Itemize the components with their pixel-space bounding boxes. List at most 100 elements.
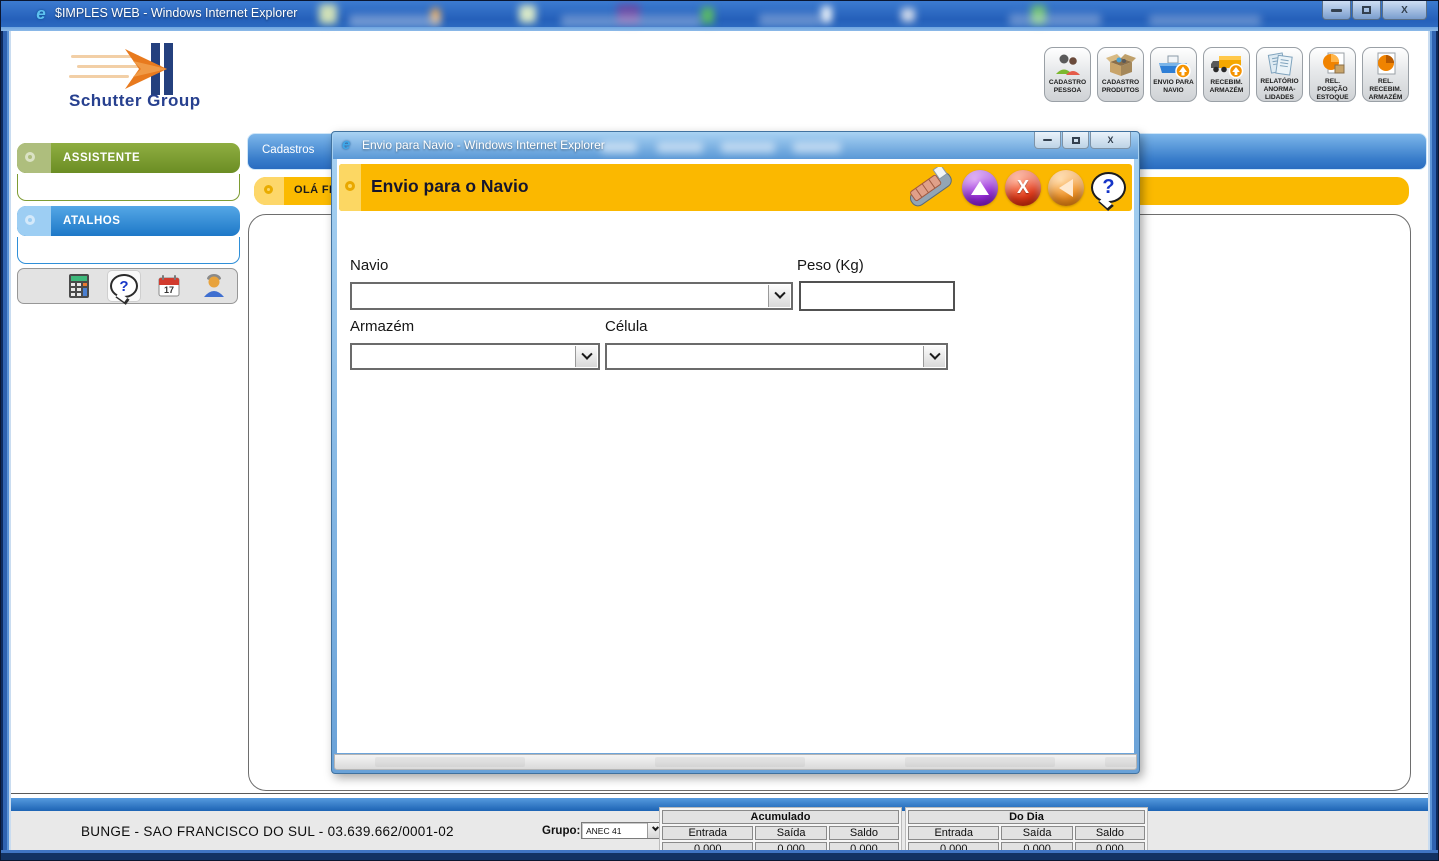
peso-label: Peso (Kg) (797, 257, 864, 274)
redacted-blob (319, 4, 337, 24)
up-arrow-icon (971, 181, 989, 195)
atalhos-label: ATALHOS (63, 215, 120, 227)
redacted-menu-item (601, 142, 637, 153)
table-title: Do Dia (908, 810, 1145, 824)
window-title: $IMPLES WEB - Windows Internet Explorer (55, 6, 297, 20)
grupo-label: Grupo: (542, 825, 580, 837)
maximize-button[interactable] (1352, 1, 1381, 20)
svg-text:17: 17 (164, 285, 174, 295)
sidebar-icon-tray: ? 17 (17, 268, 238, 304)
grupo-select[interactable]: ANEC 41 (581, 822, 664, 839)
people-icon (1053, 51, 1083, 79)
user-button[interactable] (198, 271, 230, 301)
internet-explorer-icon: e (342, 136, 359, 153)
dialog-header-title: Envio para o Navio (371, 176, 529, 197)
titlebar-lower-band (1, 27, 1438, 31)
dialog-body: Envio para o Navio X (337, 159, 1134, 753)
products-box-icon (1106, 51, 1136, 79)
assistente-header[interactable]: ASSISTENTE (17, 143, 240, 173)
armazem-label: Armazém (350, 318, 414, 335)
redacted-blob (561, 15, 701, 27)
dialog-window-controls: X (1033, 132, 1131, 149)
dropdown-arrow-icon[interactable] (923, 346, 945, 367)
toolbar-button-cadastro-produtos[interactable]: CADASTRO PRODUTOS (1097, 47, 1144, 102)
window-border-right (1428, 27, 1438, 860)
celula-select[interactable] (605, 343, 948, 370)
atalhos-header[interactable]: ATALHOS (17, 206, 240, 236)
dialog-action-icons: X ? (905, 166, 1126, 209)
toolbar-button-rel-posicao-estoque[interactable]: REL. POSIÇÃO ESTOQUE (1309, 47, 1356, 102)
schutter-group-logo: Schutter Group (67, 41, 237, 113)
window-border-left (1, 27, 11, 860)
atalhos-body (17, 237, 240, 264)
sidebar-panel-atalhos: ATALHOS (17, 206, 240, 264)
minimize-icon (1331, 9, 1342, 12)
dialog-minimize-button[interactable] (1034, 132, 1061, 149)
close-button[interactable]: X (1382, 1, 1427, 20)
toolbar-button-recebim-armazem[interactable]: RECEBIM. ARMAZÉM (1203, 47, 1250, 102)
x-icon: X (1017, 177, 1029, 198)
dialog-maximize-button[interactable] (1062, 132, 1089, 149)
dropdown-arrow-icon[interactable] (768, 285, 790, 307)
redacted-blob (901, 8, 915, 22)
bullet-icon (25, 152, 35, 162)
dialog-status-bar (334, 754, 1137, 770)
redacted-blob (821, 6, 832, 23)
dialog-header-bar: Envio para o Navio X (339, 164, 1132, 211)
redacted-blob (1009, 14, 1101, 26)
pie-box-icon (1318, 51, 1348, 78)
column-header: Saldo (1075, 826, 1145, 840)
sidebar-panel-assistente: ASSISTENTE (17, 143, 240, 201)
logo-text: Schutter Group (69, 91, 201, 111)
minimize-button[interactable] (1322, 1, 1351, 20)
toolbar-button-rel-recebim-armazem[interactable]: REL. RECEBIM. ARMAZÉM (1362, 47, 1409, 102)
bullet-icon (25, 215, 35, 225)
dialog-help-button[interactable]: ? (1091, 172, 1126, 203)
pie-report-icon (1371, 51, 1401, 78)
redacted-menu-item (657, 142, 703, 153)
cancel-button[interactable]: X (1005, 170, 1041, 206)
assistente-body (17, 174, 240, 201)
company-identification: BUNGE - SAO FRANCISCO DO SUL - 03.639.66… (81, 824, 454, 839)
footer-separator (11, 793, 1428, 794)
dialog-close-button[interactable]: X (1090, 132, 1131, 149)
table-title: Acumulado (662, 810, 899, 824)
toolbar-button-cadastro-pessoa[interactable]: CADASTRO PESSOA (1044, 47, 1091, 102)
armazem-select[interactable] (350, 343, 600, 370)
redacted-blob (1149, 15, 1261, 26)
redacted-blob (519, 5, 536, 23)
redacted-menu-item (721, 142, 775, 153)
column-header: Saldo (829, 826, 899, 840)
peso-input[interactable] (799, 281, 955, 311)
assistente-label: ASSISTENTE (63, 152, 140, 164)
close-icon: X (1107, 135, 1113, 145)
back-button[interactable] (1048, 170, 1084, 206)
dropdown-arrow-icon[interactable] (575, 346, 597, 367)
help-button[interactable]: ? (108, 271, 140, 301)
calendar-icon: 17 (157, 274, 181, 298)
main-toolbar: CADASTRO PESSOA CADASTRO PRODUTOS (1044, 47, 1409, 102)
submit-up-button[interactable] (962, 170, 998, 206)
column-header: Entrada (908, 826, 999, 840)
navio-select[interactable] (350, 282, 793, 310)
internet-explorer-icon: e (31, 4, 51, 24)
window-border-bottom (1, 850, 1438, 860)
calculator-button[interactable] (63, 271, 95, 301)
redacted-blob (759, 14, 821, 26)
calculator-icon (68, 273, 90, 299)
ship-icon (1157, 51, 1191, 79)
grupo-select-value: ANEC 41 (586, 826, 621, 836)
dialog-title: Envio para Navio - Windows Internet Expl… (362, 138, 605, 152)
redacted-blob (349, 15, 441, 27)
menu-item-cadastros[interactable]: Cadastros (262, 144, 314, 156)
user-icon (202, 273, 226, 299)
navio-label: Navio (350, 257, 388, 274)
toolbar-button-envio-para-navio[interactable]: ENVIO PARA NAVIO (1150, 47, 1197, 102)
bullet-icon (264, 185, 273, 194)
left-arrow-icon (1059, 179, 1073, 197)
calendar-button[interactable]: 17 (153, 271, 185, 301)
toolbar-button-relatorio-anormalidades[interactable]: RELATÓRIO ANORMA- LIDADES (1256, 47, 1303, 102)
logo-arrow-icon (119, 47, 171, 93)
celula-label: Célula (605, 318, 648, 335)
close-icon: X (1401, 5, 1408, 16)
